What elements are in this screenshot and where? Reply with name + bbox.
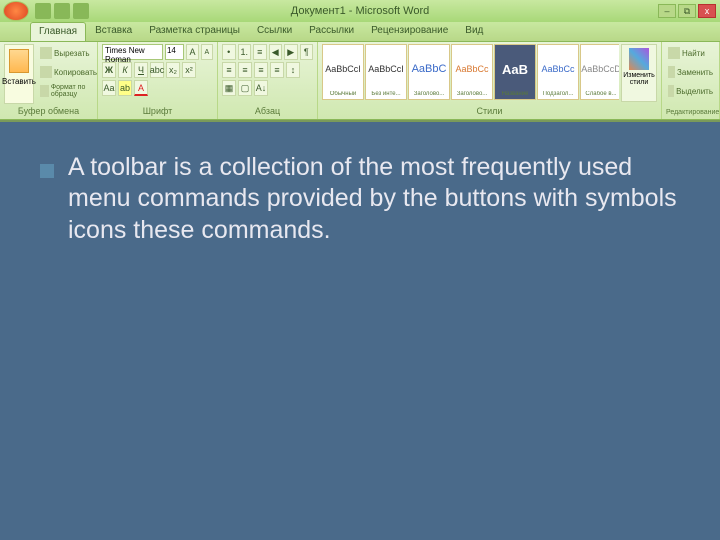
undo-button[interactable] [54, 3, 70, 19]
format-painter-button[interactable]: Формат по образцу [38, 82, 99, 100]
font-color-button[interactable]: A [134, 80, 148, 96]
style-normal[interactable]: AaBbCcIОбычный [322, 44, 364, 100]
styles-label: Стили [322, 105, 657, 117]
tab-review[interactable]: Рецензирование [363, 22, 456, 41]
paragraph-label: Абзац [222, 105, 313, 117]
shrink-font-button[interactable]: A [201, 44, 213, 60]
underline-button[interactable]: Ч [134, 62, 148, 78]
clipboard-label: Буфер обмена [4, 105, 93, 117]
bullet-icon [40, 164, 54, 178]
slide-content: A toolbar is a collection of the most fr… [0, 122, 720, 276]
align-right-button[interactable]: ≡ [254, 62, 268, 78]
tab-home[interactable]: Главная [30, 22, 86, 41]
show-marks-button[interactable]: ¶ [300, 44, 314, 60]
font-label: Шрифт [102, 105, 213, 117]
find-icon [668, 47, 680, 59]
copy-icon [40, 66, 52, 78]
style-subtle[interactable]: AaBbCcDСлабое в... [580, 44, 619, 100]
replace-button[interactable]: Заменить [666, 63, 715, 81]
scissors-icon [40, 47, 52, 59]
paste-label: Вставить [2, 77, 36, 86]
tab-view[interactable]: Вид [457, 22, 491, 41]
titlebar: Документ1 - Microsoft Word – ⧉ x [0, 0, 720, 22]
strike-button[interactable]: abc [150, 62, 164, 78]
select-button[interactable]: Выделить [666, 82, 715, 100]
redo-button[interactable] [73, 3, 89, 19]
style-heading1[interactable]: AaBbCЗаголово... [408, 44, 450, 100]
paste-button[interactable]: Вставить [4, 44, 34, 104]
restore-button[interactable]: ⧉ [678, 4, 696, 18]
change-styles-button[interactable]: Изменить стили [621, 44, 657, 102]
subscript-button[interactable]: x₂ [166, 62, 180, 78]
select-icon [668, 85, 674, 97]
ribbon: Вставить Вырезать Копировать Формат по о… [0, 42, 720, 120]
editing-group: Найти Заменить Выделить Редактирование [662, 42, 720, 119]
superscript-button[interactable]: x² [182, 62, 196, 78]
shading-button[interactable]: ▦ [222, 80, 236, 96]
tab-references[interactable]: Ссылки [249, 22, 300, 41]
window-title: Документ1 - Microsoft Word [291, 5, 429, 17]
clear-format-button[interactable]: Aa [102, 80, 116, 96]
bold-button[interactable]: Ж [102, 62, 116, 78]
italic-button[interactable]: К [118, 62, 132, 78]
font-family-select[interactable]: Times New Roman [102, 44, 163, 60]
numbering-button[interactable]: 1. [238, 44, 252, 60]
highlight-button[interactable]: ab [118, 80, 132, 96]
align-left-button[interactable]: ≡ [222, 62, 236, 78]
tab-layout[interactable]: Разметка страницы [141, 22, 248, 41]
brush-icon [40, 85, 49, 97]
style-nospacing[interactable]: AaBbCcIБез инте... [365, 44, 407, 100]
borders-button[interactable]: ▢ [238, 80, 252, 96]
change-styles-icon [629, 48, 649, 70]
paste-icon [9, 49, 29, 73]
tab-insert[interactable]: Вставка [87, 22, 140, 41]
style-subtitle[interactable]: AaBbCcПодзагол... [537, 44, 579, 100]
office-button[interactable] [3, 1, 29, 21]
clipboard-group: Вставить Вырезать Копировать Формат по о… [0, 42, 98, 119]
bullets-button[interactable]: • [222, 44, 236, 60]
outdent-button[interactable]: ◀ [269, 44, 283, 60]
justify-button[interactable]: ≡ [270, 62, 284, 78]
style-heading2[interactable]: AaBbCcЗаголово... [451, 44, 493, 100]
close-button[interactable]: x [698, 4, 716, 18]
replace-icon [668, 66, 675, 78]
font-size-select[interactable]: 14 [165, 44, 184, 60]
tab-mailings[interactable]: Рассылки [301, 22, 362, 41]
line-spacing-button[interactable]: ↕ [286, 62, 300, 78]
copy-button[interactable]: Копировать [38, 63, 99, 81]
font-group: Times New Roman 14 A A Ж К Ч abc x₂ x² A… [98, 42, 218, 119]
align-center-button[interactable]: ≡ [238, 62, 252, 78]
style-title[interactable]: AaBНазвание [494, 44, 536, 100]
grow-font-button[interactable]: A [186, 44, 198, 60]
ribbon-tabs: Главная Вставка Разметка страницы Ссылки… [0, 22, 720, 42]
editing-label: Редактирование [666, 108, 715, 117]
minimize-button[interactable]: – [658, 4, 676, 18]
style-gallery: AaBbCcIОбычный AaBbCcIБез инте... AaBbCЗ… [322, 44, 619, 102]
word-app-window: Документ1 - Microsoft Word – ⧉ x Главная… [0, 0, 720, 122]
find-button[interactable]: Найти [666, 44, 715, 62]
window-controls: – ⧉ x [658, 4, 716, 18]
indent-button[interactable]: ▶ [284, 44, 298, 60]
slide-text: A toolbar is a collection of the most fr… [68, 152, 680, 246]
paragraph-group: • 1. ≡ ◀ ▶ ¶ ≡ ≡ ≡ ≡ ↕ ▦ ▢ A↓ [218, 42, 318, 119]
save-button[interactable] [35, 3, 51, 19]
multilevel-button[interactable]: ≡ [253, 44, 267, 60]
sort-button[interactable]: A↓ [254, 80, 268, 96]
styles-group: AaBbCcIОбычный AaBbCcIБез инте... AaBbCЗ… [318, 42, 662, 119]
cut-button[interactable]: Вырезать [38, 44, 99, 62]
quick-access-toolbar [35, 3, 89, 19]
